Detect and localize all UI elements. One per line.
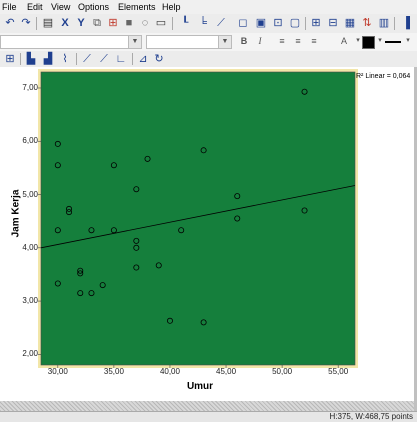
menu-view[interactable]: View	[51, 1, 70, 13]
properties-icon[interactable]: ▤	[41, 16, 55, 30]
reference-line-y-icon[interactable]: ┖	[178, 16, 192, 30]
y-tick-label: 7,00	[22, 82, 38, 92]
x-tick-label: 40,00	[159, 367, 180, 376]
menu-options[interactable]: Options	[78, 1, 109, 13]
text-style-icon[interactable]: A	[338, 35, 350, 47]
scatter-chart	[38, 69, 358, 368]
status-bar: H:375, W:468,75 points	[0, 411, 417, 422]
legend-icon[interactable]: ▦	[343, 16, 357, 30]
bar-chart-icon[interactable]: ▙	[24, 52, 38, 66]
redo-icon[interactable]: ↷	[19, 16, 33, 30]
menu-bar: File Edit View Options Elements Help	[0, 0, 417, 14]
y-tick-label: 6,00	[22, 136, 38, 146]
y-axis-title: Jam Kerja	[10, 189, 22, 238]
text-box-icon[interactable]: ⊡	[271, 16, 285, 30]
grid-icon[interactable]: ⊞	[309, 16, 323, 30]
toolbar-separator	[132, 53, 133, 65]
x-axis-icon[interactable]: X	[58, 16, 72, 30]
x-tick-label: 45,00	[216, 367, 237, 376]
panel-icon[interactable]: ▥	[377, 16, 391, 30]
picture-icon[interactable]: ▭	[154, 16, 168, 30]
reference-line-x-icon[interactable]: ╘	[196, 16, 210, 30]
plot-area	[40, 71, 356, 366]
toolbar-separator	[394, 17, 395, 30]
fit-line-subgroup-icon[interactable]: ⟋	[97, 52, 111, 66]
align-left-icon[interactable]: ≡	[276, 35, 288, 47]
toolbar-separator	[36, 17, 37, 30]
chart-toolbar: ⊞ ▙ ▟ ⌇ ⟋ ⟋ ∟ ⊿ ↻	[0, 51, 417, 68]
x-tick-label: 35,00	[103, 367, 124, 376]
toolbar-separator	[20, 53, 21, 65]
main-toolbar: ↶ ↷ ▤ X Y ⧉ ⊞ ■ ◌ ▭ ┖ ╘ ⟋ ◻ ▣ ⊡ ▢ ⊞ ⊟ ▦ …	[0, 14, 417, 34]
align-right-icon[interactable]: ≡	[308, 35, 320, 47]
x-axis-title: Umur	[186, 381, 214, 392]
italic-button[interactable]: I	[254, 35, 266, 47]
menu-file[interactable]: File	[2, 1, 17, 13]
menu-help[interactable]: Help	[162, 1, 181, 13]
menu-elements[interactable]: Elements	[118, 1, 156, 13]
interpolation-icon[interactable]: ◻	[236, 16, 250, 30]
y-tick-label: 2,00	[22, 349, 38, 359]
x-tick-label: 50,00	[272, 367, 293, 376]
spike-icon[interactable]: ⊿	[136, 52, 150, 66]
transpose-icon[interactable]: ⊞	[3, 52, 17, 66]
x-tick-label: 30,00	[47, 367, 68, 376]
chevron-down-icon[interactable]: ▼	[128, 36, 141, 48]
toolbar-separator	[172, 17, 173, 30]
fit-line-total-icon[interactable]: ⟋	[80, 52, 94, 66]
chevron-down-icon[interactable]: ▾	[402, 35, 414, 47]
x-tick-label: 55,00	[328, 367, 349, 376]
rotate-icon[interactable]: ↻	[152, 52, 166, 66]
format-toolbar: ▼ ▼ B I ≡ ≡ ≡ A ▾ ▾ ▾	[0, 33, 417, 52]
table-icon[interactable]: ⊟	[326, 16, 340, 30]
menu-edit[interactable]: Edit	[27, 1, 43, 13]
fill-icon[interactable]: ■	[122, 16, 136, 30]
fit-line-label: R² Linear = 0,064	[356, 73, 411, 80]
data-labels-icon[interactable]: ⊞	[106, 16, 120, 30]
histogram-icon[interactable]: ▟	[41, 52, 55, 66]
toolbar-separator	[76, 53, 77, 65]
chart-canvas	[0, 67, 414, 401]
line-chart-icon[interactable]: ⌇	[58, 52, 72, 66]
y-tick-label: 4,00	[22, 242, 38, 252]
bold-button[interactable]: B	[238, 35, 250, 47]
sort-icon[interactable]: ⇅	[360, 16, 374, 30]
lasso-icon[interactable]: ◌	[138, 16, 152, 30]
font-size-combo[interactable]: ▼	[146, 35, 232, 49]
toolbar-separator	[305, 17, 306, 30]
bar-chart-icon[interactable]: ▐	[399, 16, 413, 30]
annotation-icon[interactable]: ▣	[254, 16, 268, 30]
y-axis-icon[interactable]: Y	[74, 16, 88, 30]
chart-edit-icon[interactable]: ⧉	[90, 16, 104, 30]
y-tick-label: 3,00	[22, 296, 38, 306]
line-style-icon[interactable]	[385, 41, 401, 43]
undo-icon[interactable]: ↶	[3, 16, 17, 30]
interpolation-line-icon[interactable]: ∟	[114, 52, 128, 66]
fit-line-icon[interactable]: ⟋	[214, 16, 228, 30]
hatched-border	[0, 401, 417, 411]
align-center-icon[interactable]: ≡	[292, 35, 304, 47]
font-family-combo[interactable]: ▼	[0, 35, 142, 49]
chevron-down-icon[interactable]: ▼	[218, 36, 231, 48]
footnote-icon[interactable]: ▢	[288, 16, 302, 30]
